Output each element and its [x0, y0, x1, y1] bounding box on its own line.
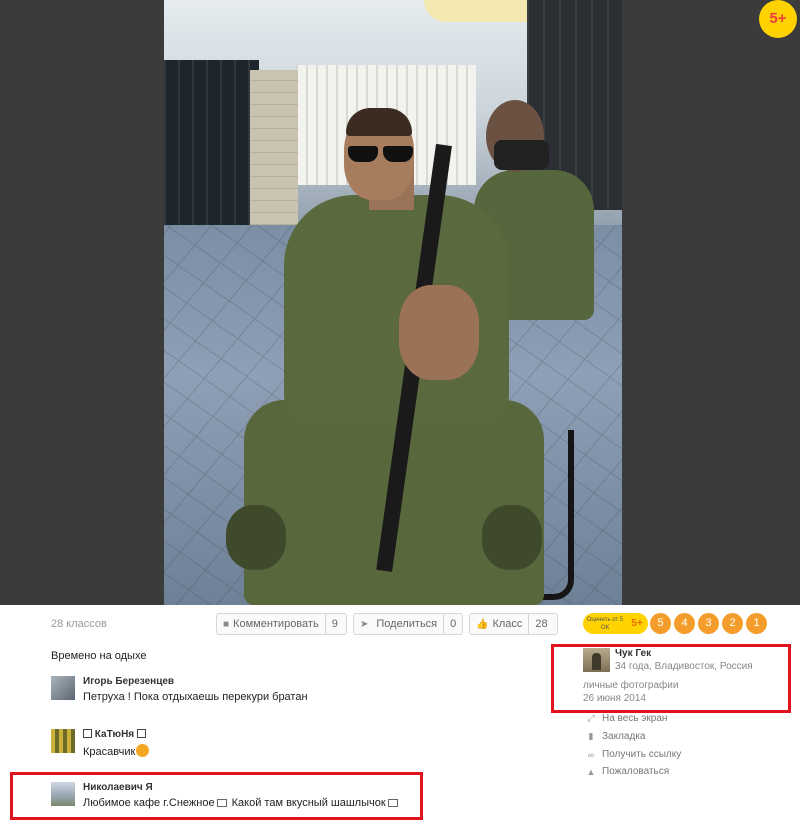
get-link-link[interactable]: ∞ Получить ссылку	[586, 749, 681, 760]
rate-2-button[interactable]: 2	[722, 613, 743, 634]
rate-3-button[interactable]: 3	[698, 613, 719, 634]
bookmark-icon: ▮	[588, 731, 594, 741]
comment-count: 9	[324, 614, 344, 634]
rate-5-button[interactable]: 5	[650, 613, 671, 634]
photo[interactable]	[164, 0, 622, 605]
photo-sunglasses	[348, 146, 414, 164]
warning-icon: ▲	[586, 766, 596, 777]
rate-5plus-button[interactable]: 5+	[626, 613, 648, 634]
bookmark-link[interactable]: ▮ Закладка	[586, 731, 646, 742]
box-symbol-icon	[136, 729, 146, 738]
share-button[interactable]: ➤ Поделиться 0	[353, 613, 463, 635]
link-icon: ∞	[587, 749, 595, 760]
rate-1-button[interactable]: 1	[746, 613, 767, 634]
owner-name[interactable]: Чук Гек	[615, 648, 651, 659]
expand-icon: ⤢	[587, 713, 595, 723]
rate-label: Оценить от 5 ОК	[583, 613, 627, 634]
photo-viewer: 5+	[0, 0, 800, 605]
smiley-emoji-icon	[136, 744, 150, 757]
photo-second-man-mask	[494, 140, 549, 170]
like-count: 28	[528, 614, 553, 634]
photo-description: Времено на одыхе	[51, 650, 147, 662]
thumbs-up-icon: 👍	[476, 618, 489, 630]
bookmark-label: Закладка	[602, 731, 646, 742]
rate-4-button[interactable]: 4	[674, 613, 695, 634]
report-label: Пожаловаться	[602, 766, 670, 777]
report-link[interactable]: ▲ Пожаловаться	[586, 766, 670, 777]
age-rating-badge: 5+	[759, 0, 797, 38]
comment-text: Петруха ! Пока отдыхаешь перекури братан	[83, 691, 308, 703]
photo-gate-texture	[164, 60, 259, 225]
comment-author[interactable]: Игорь Березенцев	[83, 676, 174, 687]
owner-info: 34 года, Владивосток, Россия	[615, 661, 753, 672]
share-count: 0	[443, 614, 462, 634]
share-icon: ➤	[360, 618, 369, 630]
highlight-frame-comment	[10, 772, 423, 820]
photo-knee-pad-left	[226, 505, 286, 570]
get-link-label: Получить ссылку	[602, 749, 682, 760]
comment-author-name: КаТюНя	[94, 729, 135, 740]
like-button[interactable]: 👍 Класс 28	[469, 613, 558, 635]
like-label: Класс	[492, 618, 523, 630]
comment-author[interactable]: КаТюНя	[83, 729, 146, 740]
photo-man-hair	[346, 108, 412, 136]
share-label: Поделиться	[376, 618, 438, 630]
photo-date: 26 июня 2014	[583, 693, 646, 704]
fullscreen-label: На весь экран	[602, 713, 668, 724]
likes-count[interactable]: 28 классов	[51, 618, 107, 630]
fullscreen-link[interactable]: ⤢ На весь экран	[586, 713, 667, 724]
comment-text: Красавчик	[83, 744, 150, 758]
comment-label: Комментировать	[233, 618, 319, 630]
photo-knee-pad-right	[482, 505, 542, 570]
owner-avatar[interactable]	[583, 648, 610, 672]
photo-pillar	[250, 70, 298, 225]
comment-button[interactable]: ■ Комментировать 9	[216, 613, 347, 635]
avatar[interactable]	[51, 729, 75, 753]
comment-text-body: Красавчик	[83, 746, 136, 758]
avatar[interactable]	[51, 676, 75, 700]
box-symbol-icon	[83, 729, 92, 738]
photo-hands	[399, 285, 479, 380]
album-link[interactable]: личные фотографии	[583, 680, 678, 691]
